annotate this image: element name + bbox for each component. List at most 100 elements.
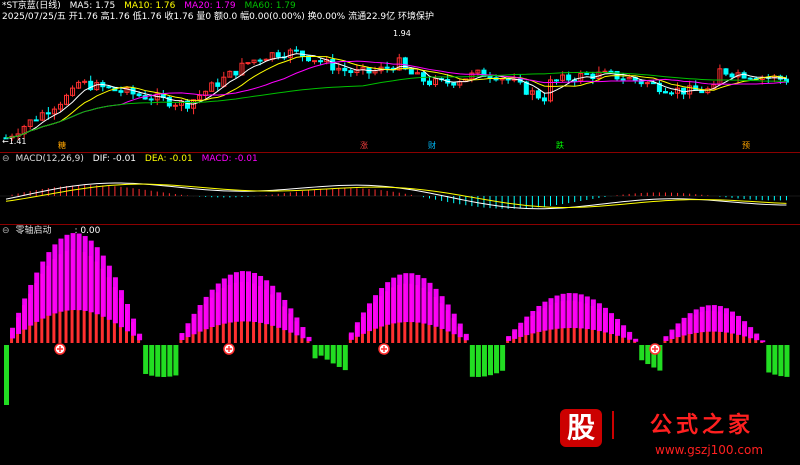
signal-bar [16, 312, 22, 334]
candle [723, 68, 729, 75]
signal-bar [681, 317, 687, 336]
signal-bar [354, 322, 360, 337]
signal-bar [403, 273, 409, 323]
candle [215, 82, 221, 87]
ma-line [5, 71, 787, 139]
candle [402, 57, 408, 70]
signal-bar [578, 294, 584, 329]
candle [620, 78, 626, 81]
signal-bar [94, 247, 100, 315]
signal-bar [233, 272, 239, 322]
signal-bar [530, 310, 536, 334]
signal-bar [64, 234, 70, 311]
signal-bar [602, 307, 608, 333]
macd-title: MACD(12,26,9) [15, 154, 84, 164]
negative-bar [778, 345, 784, 377]
signal-bar [512, 329, 518, 339]
indicator-header: ⊖ 零轴启动 : 0.00 [2, 226, 106, 237]
negative-bar [639, 345, 645, 361]
price-pane[interactable]: *ST京蓝(日线) MA5: 1.75 MA10: 1.76 MA20: 1.7… [0, 0, 800, 152]
signal-bar [209, 289, 215, 328]
collapse-icon[interactable]: ⊖ [2, 226, 10, 236]
macd-value: MACD: -0.01 [201, 154, 258, 164]
signal-bar [252, 272, 258, 322]
signal-bar [663, 336, 669, 341]
negative-bar [766, 345, 772, 373]
candle [275, 52, 281, 58]
candle [554, 79, 560, 82]
signal-bar [203, 296, 209, 330]
high-price-label: 1.94 [393, 29, 411, 38]
event-marker[interactable]: 涨 [360, 140, 368, 151]
candle [608, 70, 614, 73]
dea-value: DEA: -0.01 [144, 154, 193, 164]
signal-bar [46, 252, 52, 316]
signal-bar [621, 325, 627, 338]
ma60-value: MA60: 1.79 [244, 1, 296, 11]
signal-bar [754, 333, 760, 341]
negative-bar [4, 345, 9, 405]
candle [106, 86, 112, 89]
signal-bar [276, 292, 282, 328]
signal-bar [10, 327, 16, 339]
negative-bar [318, 345, 324, 356]
negative-bar [155, 345, 161, 377]
indicator-pane[interactable]: ⊖ 零轴启动 : 0.00 股 公式之家 www.gszj100.com [0, 225, 800, 465]
signal-bar [524, 316, 530, 336]
signal-bar [669, 329, 675, 339]
signal-bar [82, 236, 88, 311]
candle [729, 73, 735, 78]
signal-bar [215, 283, 221, 326]
candle [299, 50, 305, 57]
macd-header: ⊖ MACD(12,26,9) DIF: -0.01 DEA: -0.01 MAC… [2, 154, 264, 165]
indicator-title: 零轴启动 [15, 226, 52, 236]
signal-bar [397, 274, 403, 323]
collapse-icon[interactable]: ⊖ [2, 154, 10, 164]
signal-bar [463, 333, 469, 341]
negative-bar [488, 345, 493, 376]
signal-bar [596, 303, 602, 332]
watermark-url: www.gszj100.com [655, 443, 764, 457]
signal-bar [22, 298, 28, 330]
signal-bar [705, 305, 711, 332]
signal-bar [246, 271, 251, 322]
signal-bar [609, 313, 614, 335]
candle [662, 91, 668, 94]
price-header: *ST京蓝(日线) MA5: 1.75 MA10: 1.76 MA20: 1.7… [2, 1, 302, 12]
signal-bar [288, 308, 294, 333]
signal-bar [421, 278, 427, 324]
signal-bar [560, 293, 566, 329]
negative-bar [469, 345, 475, 377]
signal-bar [264, 280, 270, 325]
negative-bar [475, 345, 481, 377]
candle [348, 70, 354, 73]
negative-bar [149, 345, 155, 376]
candle [584, 73, 590, 76]
signal-bar [379, 288, 385, 327]
candle [487, 75, 493, 79]
event-marker[interactable]: 糖 [58, 140, 66, 151]
negative-bar [324, 345, 330, 360]
watermark-brand: 公式之家 [650, 413, 755, 438]
negative-bar [161, 345, 167, 377]
signal-bar [506, 336, 512, 341]
signal-bar [179, 333, 185, 341]
candle [741, 72, 747, 79]
ma10-value: MA10: 1.76 [124, 1, 176, 11]
candle [318, 60, 324, 63]
signal-bar [723, 308, 729, 333]
macd-pane[interactable]: ⊖ MACD(12,26,9) DIF: -0.01 DEA: -0.01 MAC… [0, 153, 800, 224]
negative-bar [143, 345, 149, 374]
ma20-value: MA20: 1.79 [184, 1, 236, 11]
candle [257, 59, 263, 62]
signal-bar [185, 323, 191, 338]
ma-line [5, 53, 787, 139]
signal-bar [34, 272, 40, 322]
signal-bar [131, 318, 137, 336]
signal-bar [518, 322, 524, 337]
event-marker[interactable]: 跌 [556, 140, 564, 151]
candle [541, 97, 547, 102]
event-marker[interactable]: 预 [742, 140, 750, 151]
signal-bar [590, 299, 596, 330]
event-marker[interactable]: 财 [428, 140, 436, 151]
